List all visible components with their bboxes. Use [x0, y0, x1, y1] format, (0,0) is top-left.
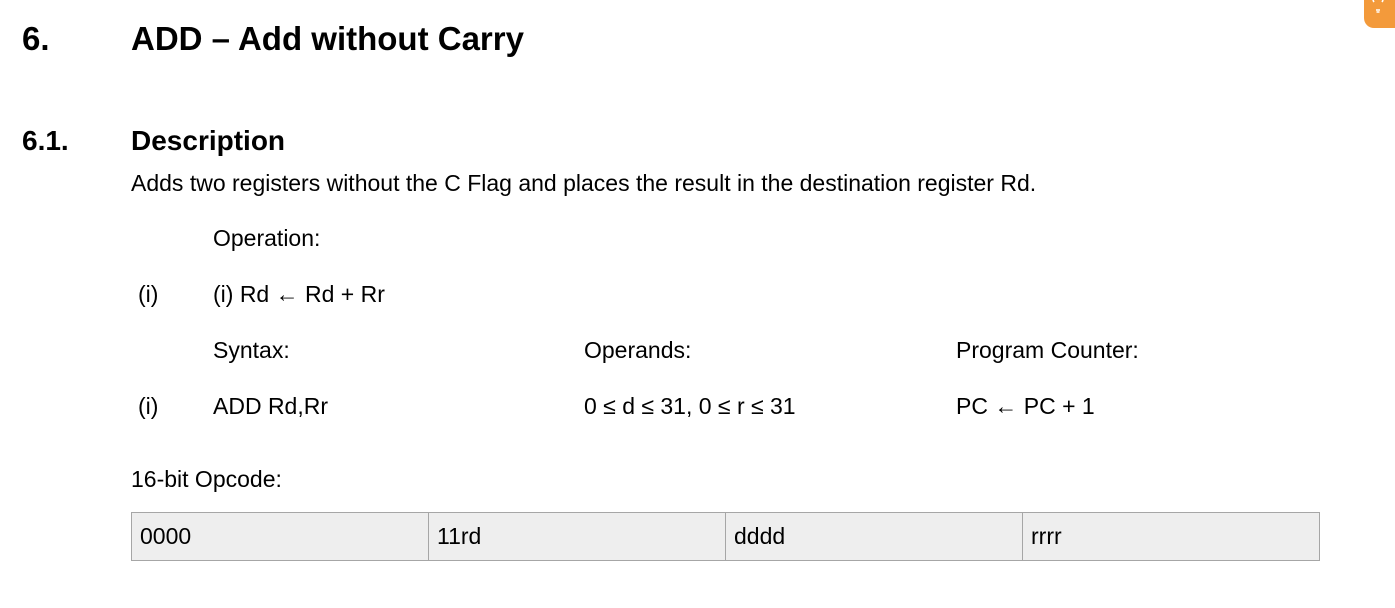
opcode-label: 16-bit Opcode:	[131, 466, 282, 492]
syntax-header: Syntax:	[213, 337, 290, 363]
operands-value: 0 ≤ d ≤ 31, 0 ≤ r ≤ 31	[584, 393, 796, 419]
subsection-number: 6.1.	[22, 125, 69, 156]
description-text: Adds two registers without the C Flag an…	[131, 170, 1037, 196]
opcode-table: 0000 11rd dddd rrrr	[131, 512, 1320, 561]
operation-expression: (i) Rd ← Rd + Rr	[213, 281, 385, 307]
lightbulb-icon	[1372, 0, 1384, 13]
operation-label: Operation:	[213, 225, 321, 251]
opcode-cell: dddd	[726, 513, 1023, 560]
program-counter-header: Program Counter:	[956, 337, 1139, 363]
program-counter-value: PC ← PC + 1	[956, 393, 1095, 419]
syntax-index: (i)	[138, 393, 159, 419]
opcode-cell: 0000	[132, 513, 429, 560]
section-title: ADD – Add without Carry	[131, 20, 524, 57]
opcode-cell: 11rd	[429, 513, 726, 560]
operation-index: (i)	[138, 281, 159, 307]
opcode-cell: rrrr	[1031, 523, 1062, 549]
section-number: 6.	[22, 20, 50, 57]
assistant-badge[interactable]	[1364, 0, 1395, 28]
operands-header: Operands:	[584, 337, 692, 363]
syntax-value: ADD Rd,Rr	[213, 393, 329, 419]
subsection-title: Description	[131, 125, 286, 156]
